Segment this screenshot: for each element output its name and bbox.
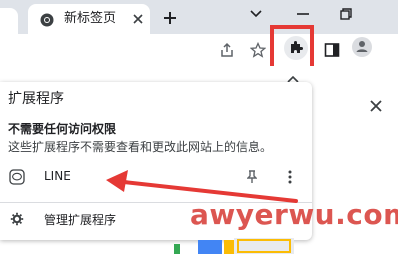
section-description: 这些扩展程序不需要查看和更改此网站上的信息。 bbox=[8, 140, 273, 154]
popup-title: 扩展程序 bbox=[8, 91, 64, 107]
minimize-icon[interactable] bbox=[291, 2, 315, 26]
tab-strip: 新标签页 bbox=[0, 0, 398, 34]
restore-icon[interactable] bbox=[334, 2, 358, 26]
background-graphic bbox=[174, 238, 294, 254]
tab-edge bbox=[0, 8, 18, 34]
section-title: 不需要任何访问权限 bbox=[8, 122, 117, 136]
side-panel-icon[interactable] bbox=[322, 40, 342, 60]
tab-new-tab-page[interactable]: 新标签页 bbox=[28, 4, 150, 34]
extension-name: LINE bbox=[44, 169, 71, 183]
profile-avatar[interactable] bbox=[352, 37, 372, 57]
toolbar bbox=[0, 34, 398, 66]
star-icon[interactable] bbox=[248, 40, 268, 60]
pin-icon[interactable] bbox=[244, 168, 260, 186]
watermark-text: awyerwu.com bbox=[190, 198, 398, 231]
chevron-down-icon[interactable] bbox=[244, 2, 268, 26]
tab-title: 新标签页 bbox=[64, 11, 117, 26]
share-icon[interactable] bbox=[217, 40, 237, 60]
manage-extensions-label: 管理扩展程序 bbox=[44, 213, 117, 227]
more-vert-icon[interactable] bbox=[282, 168, 298, 186]
line-icon bbox=[9, 169, 25, 185]
close-icon[interactable] bbox=[367, 97, 385, 115]
profile-icon bbox=[355, 38, 369, 57]
tab-close-icon[interactable] bbox=[129, 10, 147, 28]
new-tab-button[interactable] bbox=[159, 7, 181, 29]
chrome-icon bbox=[40, 12, 54, 27]
extension-item-line[interactable]: LINE bbox=[0, 163, 312, 191]
gear-icon bbox=[9, 211, 25, 227]
